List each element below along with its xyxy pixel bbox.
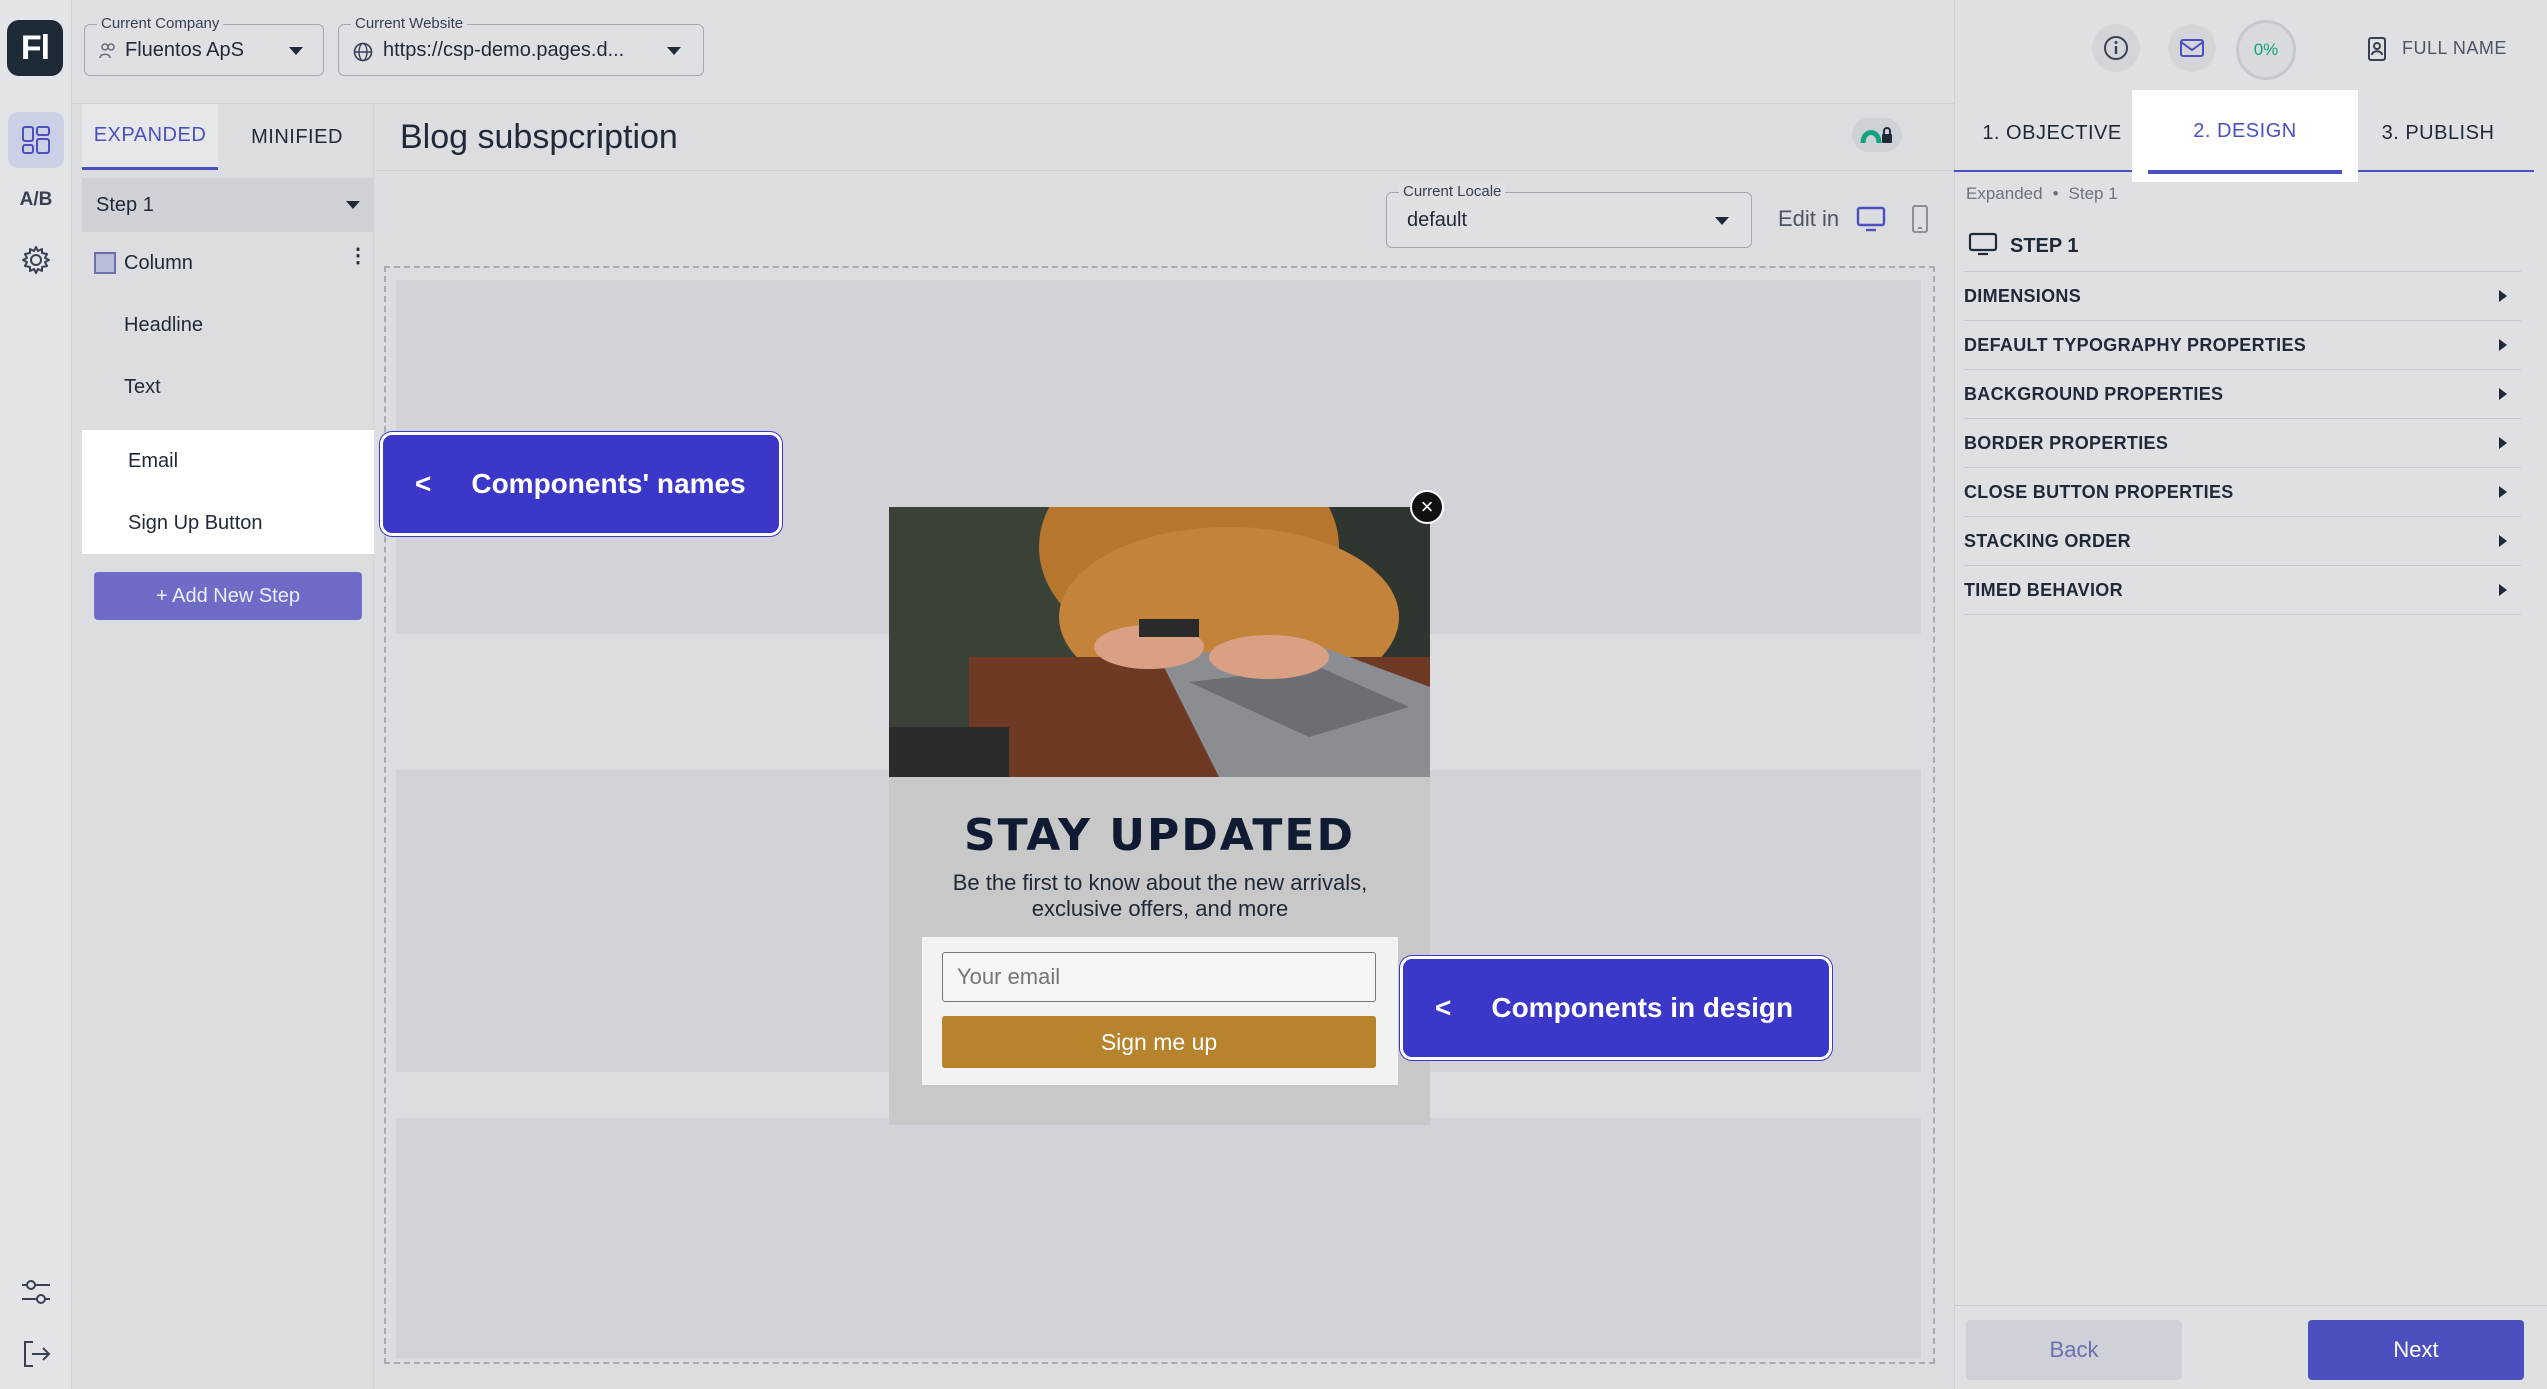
caret-right-icon <box>2499 388 2507 400</box>
caret-right-icon <box>2499 290 2507 302</box>
accordion-label: CLOSE BUTTON PROPERTIES <box>1964 481 2234 502</box>
website-value: https://csp-demo.pages.d... <box>383 39 625 61</box>
accordion-typography[interactable]: DEFAULT TYPOGRAPHY PROPERTIES <box>1964 321 2521 370</box>
email-input[interactable] <box>942 952 1376 1002</box>
tab-design[interactable]: 2. DESIGN <box>2148 92 2342 174</box>
logout-icon[interactable] <box>8 1326 64 1382</box>
layer-item-sign-up-button[interactable]: Sign Up Button <box>82 492 374 554</box>
layer-item-headline[interactable]: Headline <box>82 294 374 356</box>
section-header: STEP 1 <box>1964 222 2521 272</box>
layer-label: Text <box>124 375 161 398</box>
accordion-stacking-order[interactable]: STACKING ORDER <box>1964 517 2521 566</box>
chevron-left-icon: < <box>415 468 432 499</box>
chevron-left-icon: < <box>1435 992 1452 1023</box>
layer-label: Headline <box>124 313 203 336</box>
caret-right-icon <box>2499 437 2507 449</box>
callout-label: Components in design <box>1491 992 1794 1023</box>
accordion-label: DEFAULT TYPOGRAPHY PROPERTIES <box>1964 334 2307 355</box>
website-select[interactable]: Current Website https://csp-demo.pages.d… <box>338 15 704 76</box>
locale-legend: Current Locale <box>1399 183 1506 200</box>
user-icon <box>2366 36 2390 68</box>
back-button[interactable]: Back <box>1966 1320 2182 1380</box>
accordion-label: TIMED BEHAVIOR <box>1964 579 2123 600</box>
add-new-step-button[interactable]: + Add New Step <box>94 572 362 620</box>
step-select[interactable]: Step 1 <box>82 178 374 232</box>
layer-label: Email <box>128 449 179 472</box>
layers-dashboard-icon[interactable] <box>8 112 64 168</box>
layer-item-text[interactable]: Text <box>82 356 374 418</box>
footer-divider <box>1954 1305 2547 1306</box>
canvas-section <box>396 1118 1921 1358</box>
layers-panel: EXPANDED MINIFIED Step 1 Column ⋮ Headli… <box>72 104 374 1389</box>
ab-label: A/B <box>19 189 53 210</box>
mobile-icon[interactable] <box>1910 204 1930 240</box>
caret-right-icon <box>2499 584 2507 596</box>
info-icon[interactable] <box>2092 24 2140 72</box>
settings-gear-icon[interactable] <box>8 232 64 288</box>
page-title: Blog subspcription <box>400 118 678 156</box>
tab-objective[interactable]: 1. OBJECTIVE <box>1964 92 2140 174</box>
user-name[interactable]: FULL NAME <box>2402 38 2507 59</box>
company-value: Fluentos ApS <box>125 39 244 61</box>
next-button[interactable]: Next <box>2308 1320 2524 1380</box>
chevron-down-icon <box>667 47 681 55</box>
tab-expanded[interactable]: EXPANDED <box>82 104 218 170</box>
popup-text: Be the first to know about the new arriv… <box>952 870 1368 921</box>
section-title: STEP 1 <box>2010 235 2079 257</box>
tab-publish[interactable]: 3. PUBLISH <box>2360 92 2516 174</box>
more-vertical-icon[interactable]: ⋮ <box>348 246 368 266</box>
caret-right-icon <box>2499 486 2507 498</box>
edit-in-label: Edit in <box>1778 206 1840 231</box>
locale-select[interactable]: Current Locale default <box>1386 183 1752 248</box>
accordion-timed-behavior[interactable]: TIMED BEHAVIOR <box>1964 566 2521 615</box>
company-legend: Current Company <box>97 15 224 32</box>
breadcrumb-item[interactable]: Expanded <box>1966 184 2043 204</box>
accordion-background[interactable]: BACKGROUND PROPERTIES <box>1964 370 2521 419</box>
popup-close-button[interactable]: × <box>1410 490 1444 524</box>
sliders-icon[interactable] <box>8 1264 64 1320</box>
caret-right-icon <box>2499 535 2507 547</box>
caret-right-icon <box>2499 339 2507 351</box>
company-select[interactable]: Current Company Fluentos ApS <box>84 15 324 76</box>
app-logo[interactable]: Fl <box>7 20 63 76</box>
company-icon <box>99 41 117 67</box>
website-legend: Current Website <box>351 15 468 32</box>
step-select-value: Step 1 <box>96 194 154 216</box>
column-swatch-icon <box>94 252 116 274</box>
layer-label: Column <box>124 251 193 274</box>
globe-icon <box>353 42 373 68</box>
breadcrumb-separator: • <box>2052 184 2059 203</box>
divider <box>374 170 1954 171</box>
desktop-icon[interactable] <box>1856 206 1886 238</box>
properties-panel <box>1954 0 2547 1389</box>
breadcrumb-item: Step 1 <box>2068 184 2118 203</box>
desktop-icon <box>1968 232 1998 262</box>
callout-components-design: < Components in design <box>1400 956 1832 1060</box>
accordion-label: STACKING ORDER <box>1964 530 2131 551</box>
chevron-down-icon <box>346 201 360 209</box>
ab-test-button[interactable]: A/B <box>8 172 64 228</box>
accordion-close-button[interactable]: CLOSE BUTTON PROPERTIES <box>1964 468 2521 517</box>
status-lock-icon[interactable] <box>1852 118 1902 152</box>
chevron-down-icon <box>1715 217 1729 225</box>
accordion-border[interactable]: BORDER PROPERTIES <box>1964 419 2521 468</box>
chevron-down-icon <box>289 47 303 55</box>
breadcrumb: Expanded • Step 1 <box>1966 184 2118 204</box>
layer-item-email[interactable]: Email <box>82 430 374 492</box>
callout-label: Components' names <box>471 468 746 499</box>
progress-indicator: 0% <box>2236 20 2296 80</box>
tab-minified[interactable]: MINIFIED <box>222 104 372 170</box>
sign-up-button[interactable]: Sign me up <box>942 1016 1376 1068</box>
locale-value: default <box>1407 209 1468 231</box>
popup-headline: STAY UPDATED <box>963 810 1356 861</box>
layer-item-column[interactable]: Column ⋮ <box>82 232 374 294</box>
accordion-label: DIMENSIONS <box>1964 285 2082 306</box>
mail-icon[interactable] <box>2168 24 2216 72</box>
accordion-label: BACKGROUND PROPERTIES <box>1964 383 2224 404</box>
callout-components-names: < Components' names <box>380 432 782 536</box>
layer-label: Sign Up Button <box>128 511 263 534</box>
laptop-hero-image <box>889 507 1430 777</box>
accordion-dimensions[interactable]: DIMENSIONS <box>1964 272 2521 321</box>
accordion-label: BORDER PROPERTIES <box>1964 432 2169 453</box>
